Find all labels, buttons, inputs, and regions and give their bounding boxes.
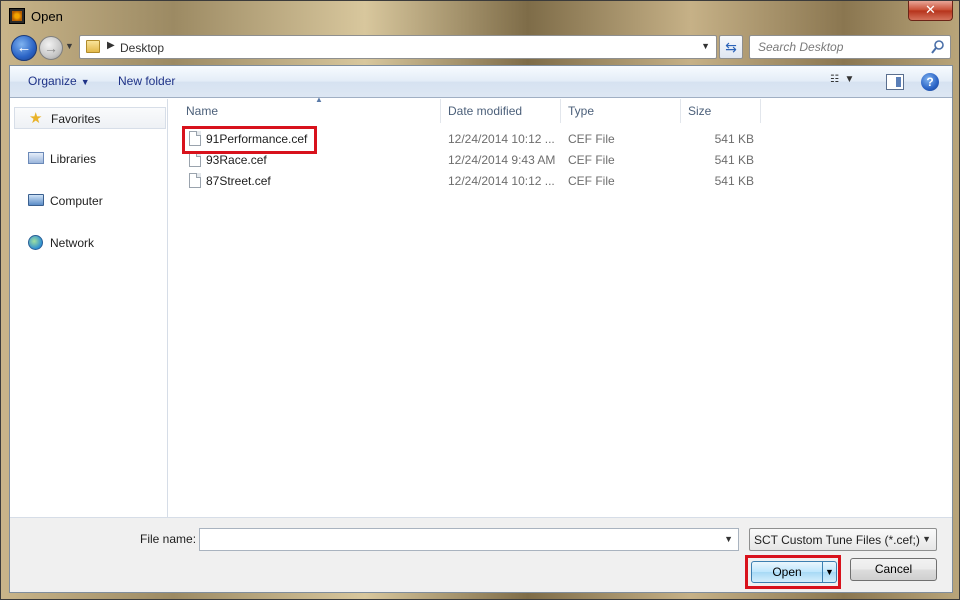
computer-icon bbox=[28, 194, 44, 206]
title-bar: Open ✕ bbox=[1, 1, 959, 31]
file-icon bbox=[189, 173, 201, 188]
file-type-filter-value: SCT Custom Tune Files (*.cef;) bbox=[754, 533, 920, 547]
star-icon: ★ bbox=[29, 110, 43, 127]
sidebar-item-label: Libraries bbox=[50, 152, 97, 166]
sidebar-item-favorites[interactable]: ★ Favorites bbox=[14, 107, 166, 129]
file-name: 93Race.cef bbox=[206, 153, 267, 167]
file-size: 541 KB bbox=[714, 132, 754, 146]
search-box[interactable] bbox=[749, 35, 951, 59]
search-input[interactable] bbox=[750, 36, 930, 58]
navigation-pane: ★ Favorites Libraries Computer Network bbox=[10, 99, 168, 517]
chevron-down-icon: ▼ bbox=[825, 567, 834, 577]
open-dialog-window: Open ✕ ← → ▼ ▶ Desktop ▼ ⇆ Organize▼ bbox=[0, 0, 960, 600]
refresh-button[interactable]: ⇆ bbox=[719, 35, 743, 59]
column-header-size[interactable]: Size bbox=[681, 99, 761, 123]
address-bar[interactable]: ▶ Desktop ▼ bbox=[79, 35, 717, 59]
chevron-down-icon[interactable]: ▼ bbox=[724, 534, 733, 544]
close-button[interactable]: ✕ bbox=[908, 1, 953, 21]
app-icon bbox=[9, 8, 25, 24]
cancel-button[interactable]: Cancel bbox=[850, 558, 937, 581]
breadcrumb-desktop[interactable]: Desktop bbox=[120, 41, 164, 55]
column-header-type[interactable]: Type bbox=[561, 99, 681, 123]
chevron-down-icon: ▼ bbox=[844, 74, 855, 85]
sidebar-item-libraries[interactable]: Libraries bbox=[28, 149, 168, 169]
breadcrumb-arrow-icon[interactable]: ▶ bbox=[107, 40, 115, 51]
column-header-name[interactable]: Name ▲ bbox=[179, 95, 441, 123]
preview-pane-button[interactable] bbox=[886, 74, 904, 90]
chevron-down-icon: ▼ bbox=[922, 534, 931, 544]
open-button-highlight: Open ▼ bbox=[745, 555, 841, 589]
file-name: 87Street.cef bbox=[206, 174, 271, 188]
refresh-icon: ⇆ bbox=[725, 39, 737, 55]
table-row[interactable]: 91Performance.cef 12/24/2014 10:12 ... C… bbox=[179, 129, 769, 150]
sidebar-item-label: Computer bbox=[50, 194, 103, 208]
file-name-panel: File name: ▼ SCT Custom Tune Files (*.ce… bbox=[10, 517, 952, 592]
command-toolbar: Organize ▼ New folder ☷ ▼ ? bbox=[10, 66, 952, 98]
change-view-button[interactable]: ☷ ▼ bbox=[830, 74, 870, 90]
dialog-body: Organize ▼ New folder ☷ ▼ ? ★ Favorites L… bbox=[9, 65, 953, 593]
file-type-filter-select[interactable]: SCT Custom Tune Files (*.cef;) ▼ bbox=[749, 528, 937, 551]
file-type: CEF File bbox=[568, 132, 615, 146]
sidebar-item-label: Network bbox=[50, 236, 95, 250]
sort-ascending-icon: ▲ bbox=[315, 95, 323, 104]
file-type: CEF File bbox=[568, 153, 615, 167]
navigation-bar: ← → ▼ ▶ Desktop ▼ ⇆ bbox=[1, 33, 959, 61]
organize-label: Organize bbox=[28, 74, 77, 88]
file-icon bbox=[189, 131, 201, 146]
forward-button[interactable]: → bbox=[39, 36, 63, 60]
window-title: Open bbox=[31, 9, 63, 24]
address-dropdown-icon[interactable]: ▼ bbox=[701, 41, 710, 51]
table-row[interactable]: 93Race.cef 12/24/2014 9:43 AM CEF File 5… bbox=[179, 150, 769, 171]
column-label: Name bbox=[186, 104, 219, 118]
sidebar-item-computer[interactable]: Computer bbox=[28, 191, 168, 211]
folder-icon bbox=[86, 40, 100, 53]
file-name-input[interactable] bbox=[200, 529, 715, 550]
history-dropdown-icon[interactable]: ▼ bbox=[65, 41, 77, 55]
file-size: 541 KB bbox=[714, 174, 754, 188]
file-date: 12/24/2014 10:12 ... bbox=[448, 174, 555, 188]
back-button[interactable]: ← bbox=[11, 35, 37, 61]
chevron-down-icon: ▼ bbox=[80, 77, 90, 87]
help-button[interactable]: ? bbox=[921, 73, 939, 91]
network-icon bbox=[28, 235, 43, 250]
file-date: 12/24/2014 9:43 AM bbox=[448, 153, 556, 167]
file-name-label: File name: bbox=[140, 532, 197, 546]
file-type: CEF File bbox=[568, 174, 615, 188]
libraries-icon bbox=[28, 152, 44, 164]
file-name-combobox[interactable]: ▼ bbox=[199, 528, 739, 551]
file-date: 12/24/2014 10:12 ... bbox=[448, 132, 555, 146]
column-header-date-modified[interactable]: Date modified bbox=[441, 99, 561, 123]
file-list: Name ▲ Date modified Type Size 91Perform… bbox=[169, 95, 952, 517]
open-options-dropdown[interactable]: ▼ bbox=[823, 561, 837, 583]
view-list-icon: ☷ bbox=[830, 74, 839, 85]
table-row[interactable]: 87Street.cef 12/24/2014 10:12 ... CEF Fi… bbox=[179, 171, 769, 192]
open-button[interactable]: Open bbox=[751, 561, 823, 583]
new-folder-button[interactable]: New folder bbox=[118, 74, 175, 88]
sidebar-item-network[interactable]: Network bbox=[28, 233, 168, 253]
file-name: 91Performance.cef bbox=[206, 132, 308, 146]
sidebar-item-label: Favorites bbox=[51, 112, 101, 126]
file-size: 541 KB bbox=[714, 153, 754, 167]
file-icon bbox=[189, 152, 201, 167]
organize-button[interactable]: Organize ▼ bbox=[28, 74, 90, 88]
search-icon[interactable] bbox=[931, 39, 945, 55]
